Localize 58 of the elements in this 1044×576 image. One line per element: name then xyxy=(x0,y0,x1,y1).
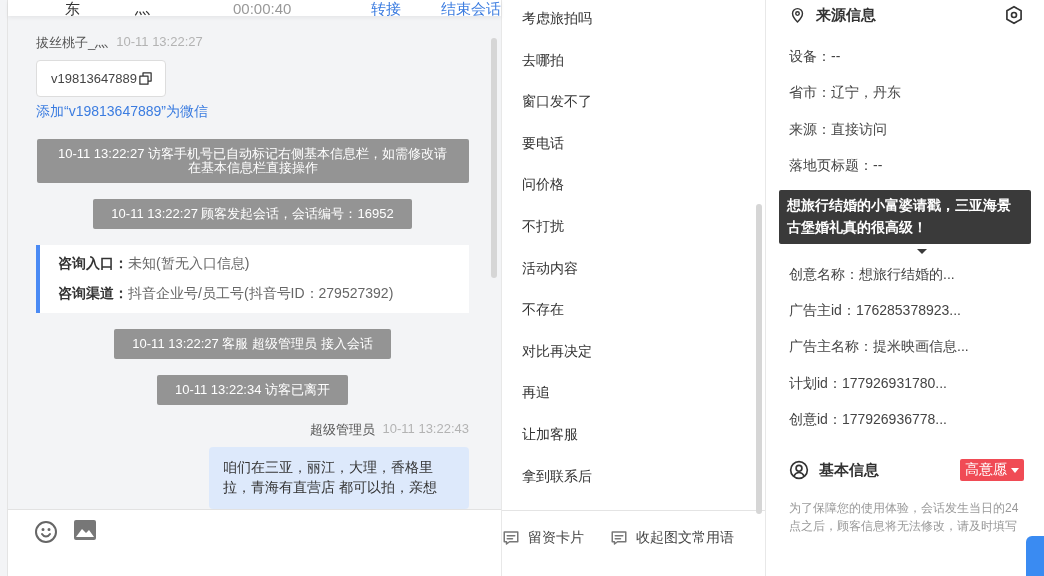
header-text: 灬 xyxy=(135,1,150,16)
section-title: 来源信息 xyxy=(816,5,877,25)
system-message: 10-11 13:22:27 顾客发起会话，会话编号：16952 xyxy=(93,199,412,229)
quick-reply-item[interactable]: 要电话 xyxy=(522,128,765,171)
user-icon xyxy=(789,460,809,481)
emoji-icon[interactable] xyxy=(34,520,58,544)
message-time: 10-11 13:22:43 xyxy=(382,421,469,438)
info-field: 落地页标题：-- xyxy=(789,154,1044,192)
quick-reply-item[interactable]: 考虑旅拍吗 xyxy=(522,4,765,46)
quick-reply-item[interactable]: 让加客服 xyxy=(522,419,765,462)
quick-reply-item[interactable]: 拿到联系后 xyxy=(522,461,765,504)
toolbar-button[interactable]: 留资卡片 xyxy=(502,528,584,547)
comment-icon xyxy=(610,528,628,547)
call-timer: 00:00:40 xyxy=(233,1,292,16)
scrollbar[interactable] xyxy=(491,38,497,278)
info-field: 计划id：177926931780... xyxy=(789,372,1044,409)
add-wechat-link[interactable]: 添加“v19813647889”为微信 xyxy=(36,103,469,121)
section-title: 基本信息 xyxy=(819,460,880,480)
info-field: 来源：直接访问 xyxy=(789,118,1044,155)
caret-icon xyxy=(1011,467,1019,473)
message-bubble: 咱们在三亚，丽江，大理，香格里拉，青海有直营店 都可以拍，亲想 xyxy=(209,447,469,509)
settings-icon[interactable] xyxy=(1004,5,1024,25)
info-field: 广告主id：176285378923... xyxy=(789,300,1044,337)
header-link[interactable]: 转接 xyxy=(371,1,402,16)
message-text: v19813647889 xyxy=(51,71,138,86)
comment-icon xyxy=(502,528,520,547)
quick-reply-item[interactable]: 窗口发不了 xyxy=(522,87,765,129)
notice-text: 为了保障您的使用体验，会话发生当日的24点之后，顾客信息将无法修改，请及时填写 xyxy=(789,500,1020,536)
system-message: 10-11 13:22:27 客服 超级管理员 接入会话 xyxy=(114,329,391,359)
image-icon[interactable] xyxy=(74,520,96,540)
location-pin-icon xyxy=(789,6,806,24)
system-message: 10-11 13:22:34 访客已离开 xyxy=(156,375,349,405)
header-text: 东 xyxy=(65,1,80,16)
quick-reply-item[interactable]: 不打扰 xyxy=(522,211,765,254)
toolbar-button[interactable]: 收起图文常用语 xyxy=(610,528,734,547)
system-message: 10-11 13:22:27 访客手机号已自动标记右侧基本信息栏，如需修改请在基本信息栏直接操作 xyxy=(36,139,469,183)
quick-reply-item[interactable]: 不存在 xyxy=(522,295,765,337)
quick-reply-item[interactable]: 活动内容 xyxy=(522,253,765,296)
info-field: 设备：-- xyxy=(789,46,1044,83)
quick-reply-item[interactable]: 对比再决定 xyxy=(522,336,765,379)
quick-reply-item[interactable]: 再追 xyxy=(522,378,765,420)
quick-reply-item[interactable]: 问价格 xyxy=(522,170,765,212)
info-field: 省市：辽宁，丹东 xyxy=(789,82,1044,119)
header-link[interactable]: 结束会话 xyxy=(441,1,501,16)
sender-name: 拔丝桃子_灬 xyxy=(36,34,109,52)
info-row-text: 咨询入口：未知(暂无入口信息) xyxy=(58,255,251,273)
copy-icon[interactable] xyxy=(138,71,154,86)
info-field: 创意id：177926936778... xyxy=(789,408,1044,446)
message-time: 10-11 13:22:27 xyxy=(116,34,203,51)
tooltip: 想旅行结婚的小富婆请戳，三亚海景古堡婚礼真的很高级！ xyxy=(779,190,1031,244)
tooltip-pointer xyxy=(917,249,927,254)
intent-dropdown[interactable]: 高意愿 xyxy=(960,459,1024,482)
quick-reply-item[interactable]: 去哪拍 xyxy=(522,45,765,88)
info-field: 创意名称：想旅行结婚的... xyxy=(789,263,1044,301)
sender-name: 超级管理员 xyxy=(309,421,375,439)
scrollbar[interactable] xyxy=(756,204,762,514)
info-row-text: 咨询渠道：抖音企业号/员工号(抖音号ID：279527392) xyxy=(58,285,395,303)
info-field: 广告主名称：提米映画信息... xyxy=(789,336,1044,373)
